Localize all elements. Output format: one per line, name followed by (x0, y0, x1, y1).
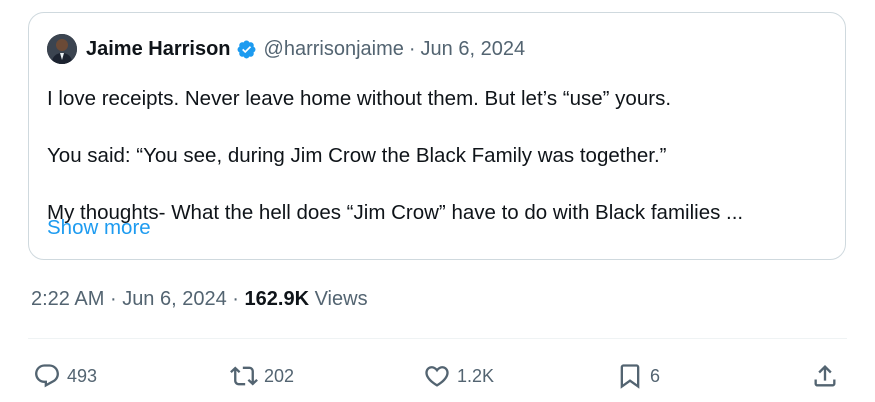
repost-button[interactable]: 202 (230, 360, 294, 392)
quoted-post-line: My thoughts- What the hell does “Jim Cro… (47, 201, 744, 224)
author-handle[interactable]: @harrisonjaime (264, 38, 404, 61)
bookmark-button[interactable]: 6 (616, 360, 660, 392)
quoted-post-line: You said: “You see, during Jim Crow the … (47, 144, 667, 167)
reply-icon (35, 364, 59, 388)
verified-badge-icon (237, 40, 255, 58)
separator-dot: · (232, 288, 239, 310)
quoted-post-text: I love receipts. Never leave home withou… (47, 84, 743, 227)
author-name[interactable]: Jaime Harrison (86, 38, 231, 61)
views-count: 162.9K (244, 288, 310, 310)
repost-count: 202 (264, 365, 295, 386)
repost-icon (230, 366, 258, 386)
separator-dot: · (408, 37, 416, 60)
like-count: 1.2K (457, 365, 495, 386)
quoted-post-card[interactable]: Jaime Harrison @harrisonjaime · Jun 6, 2… (28, 12, 846, 260)
quoted-post-line: I love receipts. Never leave home withou… (47, 87, 672, 110)
views-label: Views (314, 288, 368, 310)
post-time[interactable]: 2:22 AM (31, 288, 104, 310)
bookmark-icon (620, 364, 640, 389)
like-icon (425, 366, 449, 387)
share-button[interactable] (811, 360, 839, 392)
show-more-link[interactable]: Show more (47, 216, 151, 240)
separator-dot: · (109, 288, 117, 310)
share-icon (814, 365, 836, 387)
like-button[interactable]: 1.2K (423, 360, 494, 392)
quoted-post-date[interactable]: Jun 6, 2024 (421, 38, 526, 61)
reply-button[interactable]: 493 (33, 360, 97, 392)
post-date[interactable]: Jun 6, 2024 (122, 288, 227, 310)
divider (28, 338, 847, 339)
bookmark-count: 6 (650, 365, 661, 386)
quoted-post-header: Jaime Harrison @harrisonjaime · Jun 6, 2… (47, 34, 525, 64)
post-meta: 2:22 AM · Jun 6, 2024 · 162.9K Views (31, 288, 368, 311)
reply-count: 493 (67, 365, 98, 386)
avatar[interactable] (47, 34, 77, 64)
